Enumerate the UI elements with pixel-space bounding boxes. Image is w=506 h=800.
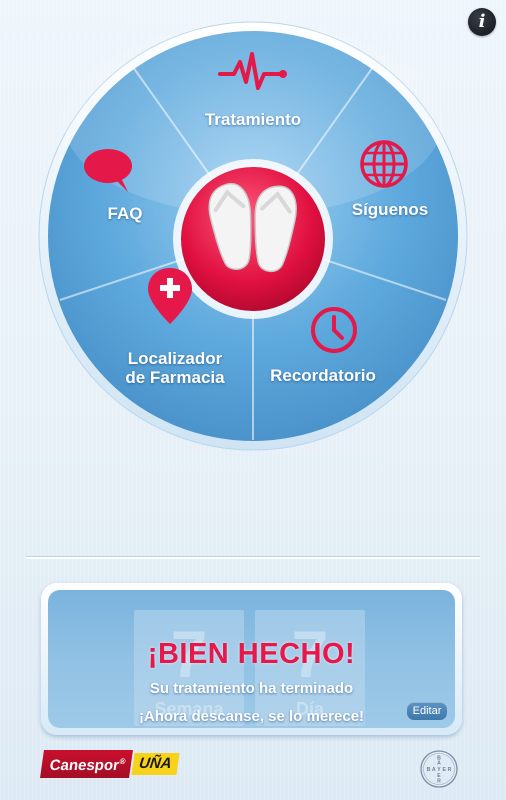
- svg-text:E: E: [442, 767, 446, 773]
- svg-text:R: R: [437, 779, 441, 785]
- menu-item-label: FAQ: [107, 204, 143, 223]
- center-treatment-button[interactable]: [182, 167, 326, 311]
- bayer-logo: B A Y E R B A E R: [420, 750, 458, 788]
- status-card: 7 Semana 7 Día ¡BIEN HECHO! Su tratamien…: [41, 583, 462, 735]
- menu-item-recordatorio[interactable]: Recordatorio: [258, 300, 388, 395]
- edit-button[interactable]: Editar: [407, 702, 447, 720]
- menu-item-label: Síguenos: [351, 200, 429, 219]
- menu-item-faq[interactable]: FAQ: [70, 140, 180, 235]
- status-message-line2: ¡Ahora descanse, se lo merece!: [138, 708, 365, 725]
- svg-text:R: R: [448, 767, 452, 773]
- main-menu-wheel: Tratamiento FAQ Síguenos Localizador de …: [0, 0, 506, 460]
- status-message-line1: Su tratamiento ha terminado: [149, 680, 354, 697]
- svg-text:A: A: [432, 767, 436, 773]
- svg-text:B: B: [427, 767, 431, 773]
- menu-item-label: Recordatorio: [270, 366, 376, 385]
- brand-name-block: Canespor®: [40, 750, 134, 778]
- menu-item-label-line1: Localizador: [127, 349, 223, 368]
- menu-item-label-line2: de Farmacia: [125, 368, 225, 387]
- menu-item-tratamiento[interactable]: Tratamiento: [170, 38, 336, 138]
- divider: [26, 557, 480, 559]
- svg-text:A: A: [437, 761, 441, 767]
- brand-suffix: UÑA: [131, 753, 180, 775]
- brand-registered-mark: ®: [118, 757, 127, 766]
- brand-logo: Canespor® UÑA: [40, 750, 180, 778]
- menu-item-siguenos[interactable]: Síguenos: [330, 135, 450, 230]
- brand-name: Canespor: [48, 757, 121, 774]
- status-title: ¡BIEN HECHO!: [147, 638, 356, 670]
- status-card-body: 7 Semana 7 Día ¡BIEN HECHO! Su tratamien…: [48, 590, 455, 728]
- menu-item-label: Tratamiento: [204, 110, 302, 129]
